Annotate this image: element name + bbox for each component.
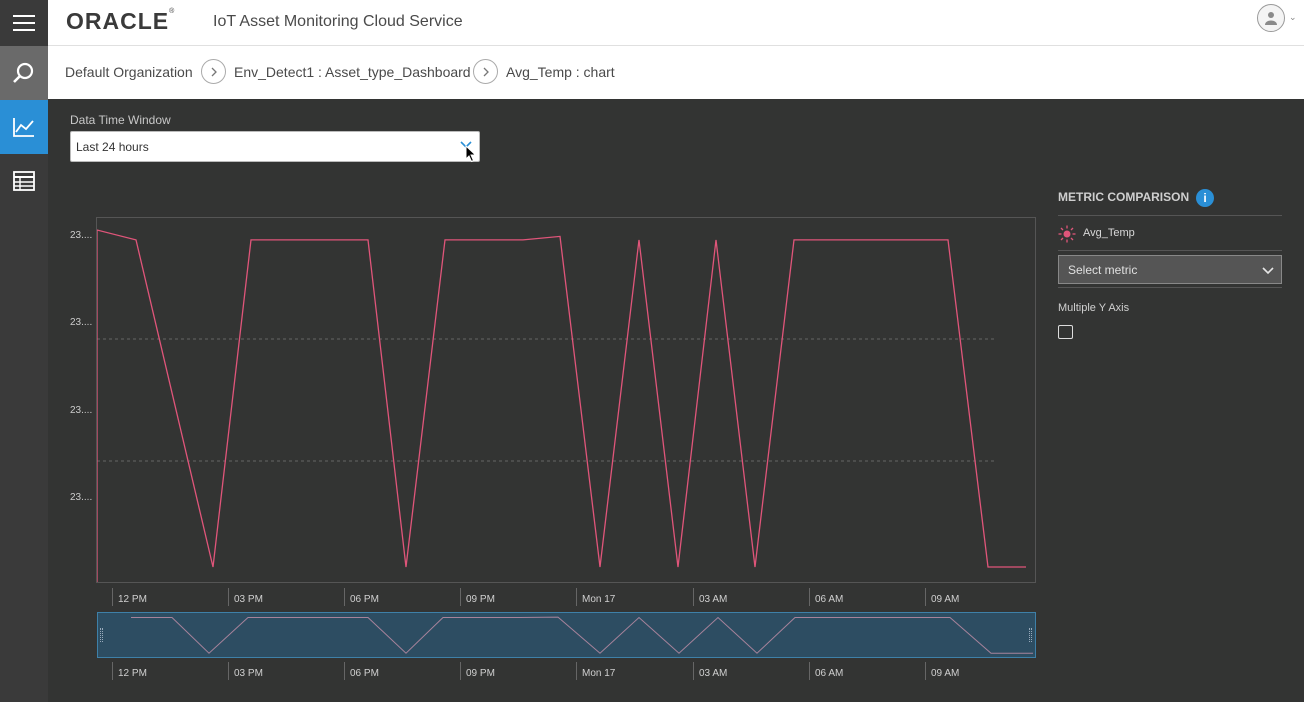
x-tick-label: 06 AM [815, 668, 844, 679]
chevron-right-icon [473, 59, 498, 84]
x-tick-label: Mon 17 [582, 668, 616, 679]
x-tick-label: Mon 17 [582, 594, 616, 605]
x-tick-label: 03 AM [699, 594, 728, 605]
mouse-cursor-icon [465, 145, 477, 163]
chart-plot-area[interactable] [96, 217, 1036, 583]
line-chart [96, 229, 1026, 582]
oracle-logo: ORACLE® [66, 8, 176, 34]
side-nav [0, 46, 48, 702]
x-tick-label: 03 PM [234, 668, 263, 679]
breadcrumb-item-organization[interactable]: Default Organization [65, 64, 193, 80]
x-tick-label: 03 PM [234, 594, 263, 605]
nav-search-button[interactable] [0, 46, 48, 100]
x-tick-label: 09 PM [466, 594, 495, 605]
x-tick-label: 06 PM [350, 668, 379, 679]
x-tick-mark [576, 588, 577, 606]
search-icon [13, 62, 34, 83]
x-tick-label: 12 PM [118, 594, 147, 605]
x-tick-label: 09 AM [931, 668, 960, 679]
range-handle-left[interactable] [100, 628, 103, 642]
time-window-value: Last 24 hours [76, 140, 149, 154]
x-axis: 12 PM 03 PM 06 PM 09 PM Mon 17 03 AM 06 AM 09 A… [96, 588, 1036, 610]
chevron-down-icon [1262, 267, 1274, 275]
x-tick-mark [112, 662, 113, 680]
x-tick-label: 06 AM [815, 594, 844, 605]
metric-comparison-title: METRIC COMPARISON [1058, 190, 1190, 204]
multiple-y-axis-label: Multiple Y Axis [1058, 302, 1130, 314]
x-tick-mark [344, 588, 345, 606]
x-tick-mark [693, 588, 694, 606]
divider [1058, 287, 1282, 288]
x-tick-mark [809, 588, 810, 606]
hamburger-icon-bar [13, 15, 35, 17]
hamburger-icon-bar [13, 29, 35, 31]
range-handle-right[interactable] [1029, 628, 1032, 642]
divider [1058, 215, 1282, 216]
app-title: IoT Asset Monitoring Cloud Service [213, 13, 463, 30]
breadcrumb-item-dashboard[interactable]: Env_Detect1 : Asset_type_Dashboard [234, 64, 471, 80]
x-tick-mark [809, 662, 810, 680]
y-tick-label: 23.... [70, 492, 93, 503]
x-tick-label: 03 AM [699, 668, 728, 679]
user-avatar-button[interactable] [1257, 4, 1285, 32]
series-line [96, 229, 1026, 582]
metric-legend-label: Avg_Temp [1083, 227, 1135, 239]
top-bar: ORACLE® IoT Asset Monitoring Cloud Servi… [0, 0, 1304, 46]
x-tick-label: 06 PM [350, 594, 379, 605]
table-icon [13, 171, 35, 191]
x-tick-mark [112, 588, 113, 606]
x-tick-mark [576, 662, 577, 680]
user-icon [1265, 12, 1277, 25]
x-tick-mark [228, 588, 229, 606]
time-range-navigator[interactable] [97, 612, 1036, 658]
chevron-right-icon [201, 59, 226, 84]
menu-button[interactable] [0, 0, 48, 46]
x-tick-label: 12 PM [118, 668, 147, 679]
x-tick-label: 09 AM [931, 594, 960, 605]
time-window-label: Data Time Window [70, 113, 171, 127]
nav-table-button[interactable] [0, 154, 48, 208]
x-tick-mark [460, 588, 461, 606]
time-window-select[interactable]: Last 24 hours [70, 131, 480, 162]
line-chart-icon [13, 118, 34, 137]
select-metric-dropdown[interactable]: Select metric [1058, 255, 1282, 284]
x-tick-mark [693, 662, 694, 680]
x-tick-mark [925, 662, 926, 680]
breadcrumb: Default Organization Env_Detect1 : Asset… [48, 46, 1304, 99]
x-tick-label: 09 PM [466, 668, 495, 679]
select-metric-placeholder: Select metric [1068, 263, 1138, 277]
info-icon[interactable]: i [1196, 189, 1214, 207]
y-tick-label: 23.... [70, 317, 93, 328]
x-tick-mark [925, 588, 926, 606]
x-tick-mark [460, 662, 461, 680]
x-tick-mark [344, 662, 345, 680]
overview-x-axis: 12 PM 03 PM 06 PM 09 PM Mon 17 03 AM 06 AM 09 A… [96, 662, 1036, 684]
sun-icon [1058, 225, 1076, 243]
breadcrumb-item-chart: Avg_Temp : chart [506, 64, 615, 80]
x-tick-mark [228, 662, 229, 680]
y-tick-label: 23.... [70, 230, 93, 241]
overview-series-line [131, 616, 1033, 654]
multiple-y-axis-checkbox[interactable] [1058, 325, 1073, 339]
overview-line [131, 616, 1033, 654]
y-tick-label: 23.... [70, 405, 93, 416]
nav-chart-button[interactable] [0, 100, 48, 154]
hamburger-icon-bar [13, 22, 35, 24]
divider [1058, 250, 1282, 251]
chevron-down-icon[interactable]: ⌄ [1289, 12, 1297, 23]
